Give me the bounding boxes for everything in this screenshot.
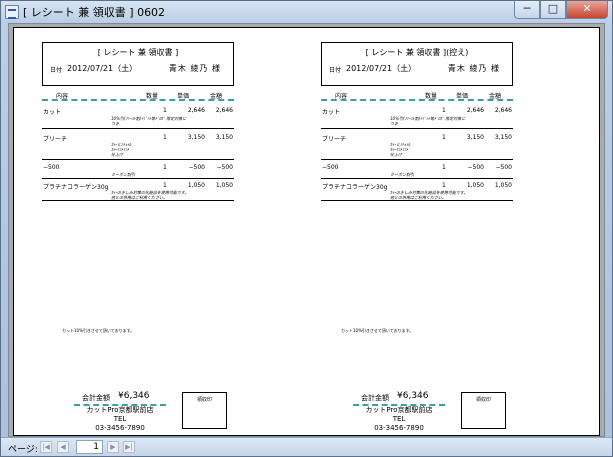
item-amount: 1,050 xyxy=(494,182,512,189)
date-label: 日付 xyxy=(329,67,342,74)
shop-tel: 03-3456-7890 xyxy=(95,424,145,432)
total-label: 会計金額 xyxy=(82,394,110,402)
receipt-date: 2012/07/21（土） xyxy=(346,64,417,73)
minimize-button[interactable]: ─ xyxy=(514,1,540,19)
shop-name: カットPro京都駅前店 xyxy=(365,406,433,414)
item-note: クーポン割引 xyxy=(111,172,135,177)
window-title: [ レシート 兼 領収書 ] 0602 xyxy=(23,6,166,19)
item-price: 1,050 xyxy=(466,182,484,189)
last-page-button[interactable]: ▶| xyxy=(123,441,135,453)
row-divider xyxy=(321,159,513,160)
maximize-button[interactable]: □ xyxy=(540,1,566,19)
item-amount: 3,150 xyxy=(494,134,512,141)
close-button[interactable]: ✕ xyxy=(566,1,608,19)
date-label: 日付 xyxy=(50,67,63,74)
page-number-input[interactable]: 1 xyxy=(76,440,103,454)
item-name: −500 xyxy=(43,164,60,171)
receipt-customer: [ レシート 兼 領収書 ] 日付 2012/07/21（土） 青木 綾乃 様 … xyxy=(42,42,234,432)
receipt-header: [ レシート 兼 領収書 ](控え) 日付 2012/07/21（土） 青木 綾… xyxy=(321,42,513,86)
item-name: プラチナコラーゲン30g xyxy=(43,184,109,191)
first-page-button[interactable]: |◀ xyxy=(40,441,52,453)
receipt-copy: [ レシート 兼 領収書 ](控え) 日付 2012/07/21（土） 青木 綾… xyxy=(321,42,513,432)
item-name: カット xyxy=(43,109,62,116)
stamp-box: 領収印 xyxy=(182,392,227,429)
footer-note: カット10%引きさせて頂いております。 xyxy=(341,328,414,333)
item-name: ブリーチ xyxy=(322,136,347,143)
item-note: クーポン割引 xyxy=(390,172,414,177)
item-name: カット xyxy=(322,109,341,116)
item-price: 3,150 xyxy=(466,134,484,141)
customer-name: 青木 綾乃 様 xyxy=(168,64,221,73)
item-qty: 1 xyxy=(442,182,446,189)
page-navigation-bar: ページ: |◀ ◀ 1 ▶ ▶| xyxy=(1,437,612,456)
report-window: [ レシート 兼 領収書 ] 0602 ─ □ ✕ [ レシート 兼 領収書 ]… xyxy=(0,0,613,457)
receipt-header: [ レシート 兼 領収書 ] 日付 2012/07/21（土） 青木 綾乃 様 xyxy=(42,42,234,86)
stamp-label: 領収印 xyxy=(475,397,491,403)
item-note: ｶﾗｰのきしみ対策の化粧品を使用可能です。 他との併用はご利用ください。 xyxy=(390,190,468,200)
item-qty: 1 xyxy=(163,182,167,189)
item-price: −500 xyxy=(188,164,205,171)
row-divider xyxy=(42,200,234,201)
divider xyxy=(42,99,234,101)
divider xyxy=(321,99,513,101)
row-divider xyxy=(42,128,234,129)
row-divider xyxy=(321,200,513,201)
app-icon xyxy=(5,5,19,19)
item-qty: 1 xyxy=(442,107,446,114)
next-page-button[interactable]: ▶ xyxy=(107,441,119,453)
shop-name: カットPro京都駅前店 xyxy=(86,406,154,414)
receipt-title: [ レシート 兼 領収書 ] xyxy=(97,48,179,57)
item-qty: 1 xyxy=(442,164,446,171)
row-divider xyxy=(42,178,234,179)
customer-name: 青木 綾乃 様 xyxy=(447,64,500,73)
row-divider xyxy=(321,178,513,179)
shop-tel: 03-3456-7890 xyxy=(374,424,424,432)
total-label: 会計金額 xyxy=(361,394,389,402)
item-note: ｶﾗｰとﾅﾁｭﾗﾙ ｶﾗｰﾘﾌﾄﾘﾌﾄ 仕上げ xyxy=(390,142,410,157)
print-preview-area: [ レシート 兼 領収書 ] 日付 2012/07/21（土） 青木 綾乃 様 … xyxy=(8,23,605,437)
page-label: ページ: xyxy=(8,445,38,455)
item-name: ブリーチ xyxy=(43,136,68,143)
item-price: 1,050 xyxy=(187,182,205,189)
item-amount: 2,646 xyxy=(215,107,233,114)
receipt-date: 2012/07/21（土） xyxy=(67,64,138,73)
item-amount: 2,646 xyxy=(494,107,512,114)
item-amount: 1,050 xyxy=(215,182,233,189)
tel-label: TEL xyxy=(392,415,406,423)
item-amount: 3,150 xyxy=(215,134,233,141)
item-qty: 1 xyxy=(163,134,167,141)
report-page: [ レシート 兼 領収書 ] 日付 2012/07/21（土） 青木 綾乃 様 … xyxy=(13,27,600,436)
item-qty: 1 xyxy=(163,107,167,114)
title-bar[interactable]: [ レシート 兼 領収書 ] 0602 ─ □ ✕ xyxy=(1,1,612,23)
item-qty: 1 xyxy=(442,134,446,141)
item-price: 2,646 xyxy=(466,107,484,114)
total-value: ¥6,346 xyxy=(397,391,429,401)
item-amount: −500 xyxy=(495,164,512,171)
footer-note: カット10%引きさせて頂いております。 xyxy=(62,328,135,333)
item-price: 3,150 xyxy=(187,134,205,141)
item-note: 10%引(ﾌｧｰｽﾄ割)ｲﾍﾞﾝﾄ等ﾄﾞﾛﾎﾞ 限定対象に つき xyxy=(390,116,466,126)
item-note: ｶﾗｰのきしみ対策の化粧品を使用可能です。 他との併用はご利用ください。 xyxy=(111,190,189,200)
shop-info: カットPro京都駅前店 TEL 03-3456-7890 xyxy=(70,406,170,433)
tel-label: TEL xyxy=(113,415,127,423)
total-value: ¥6,346 xyxy=(118,391,150,401)
item-name: −500 xyxy=(322,164,339,171)
window-controls: ─ □ ✕ xyxy=(514,1,608,19)
receipt-title: [ レシート 兼 領収書 ](控え) xyxy=(365,48,469,57)
stamp-box: 領収印 xyxy=(461,392,506,429)
item-note: ｶﾗｰとﾅﾁｭﾗﾙ ｶﾗｰﾘﾌﾄﾘﾌﾄ 仕上げ xyxy=(111,142,131,157)
item-name: プラチナコラーゲン30g xyxy=(322,184,388,191)
prev-page-button[interactable]: ◀ xyxy=(57,441,69,453)
shop-info: カットPro京都駅前店 TEL 03-3456-7890 xyxy=(349,406,449,433)
item-amount: −500 xyxy=(216,164,233,171)
stamp-label: 領収印 xyxy=(196,397,212,403)
item-qty: 1 xyxy=(163,164,167,171)
row-divider xyxy=(321,128,513,129)
item-note: 10%引(ﾌｧｰｽﾄ割)ｲﾍﾞﾝﾄ等ﾄﾞﾛﾎﾞ 限定対象に つき xyxy=(111,116,187,126)
item-price: 2,646 xyxy=(187,107,205,114)
row-divider xyxy=(42,159,234,160)
item-price: −500 xyxy=(467,164,484,171)
